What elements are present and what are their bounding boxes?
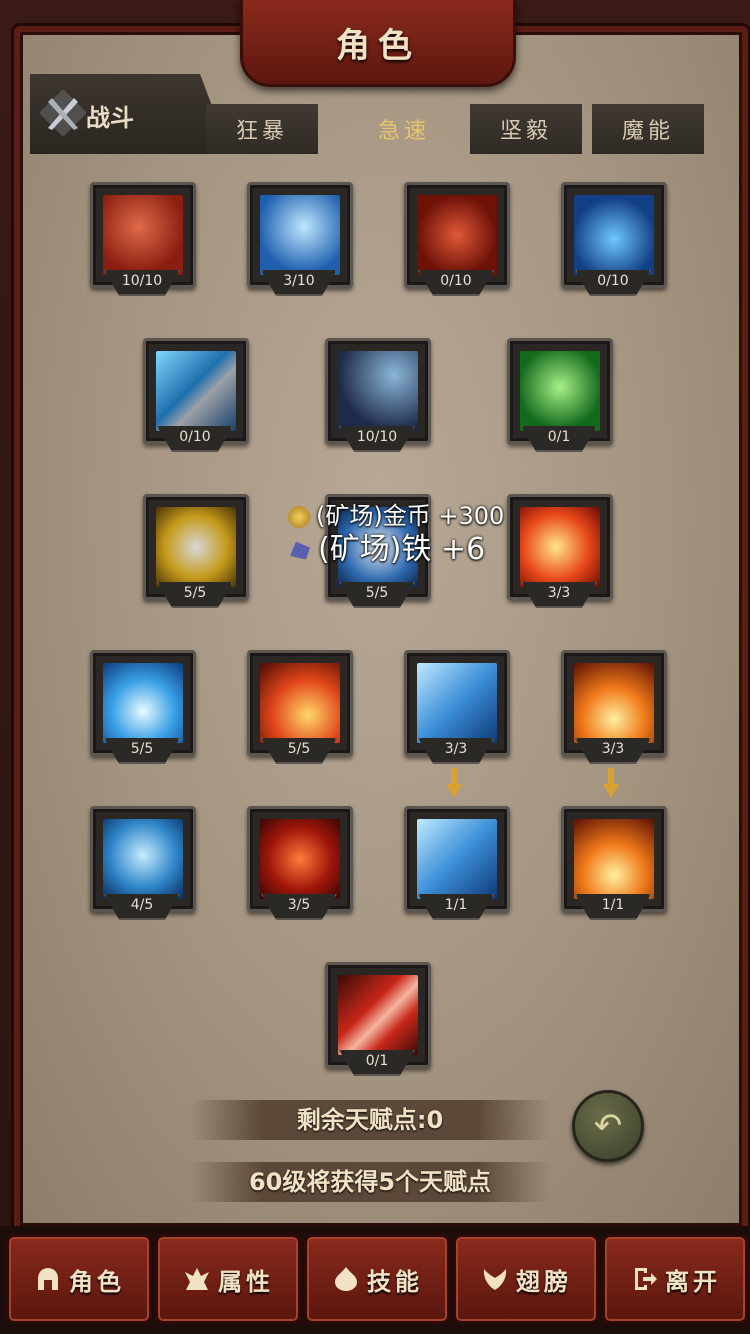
nav-exit-label: 离开 — [665, 1267, 721, 1296]
nav-attributes-button[interactable]: 属性 — [155, 1234, 301, 1324]
skill-level: 0/1 — [339, 1050, 415, 1076]
skill-level: 1/1 — [575, 894, 651, 920]
next-talent-info: 60级将获得5个天赋点 — [190, 1162, 550, 1202]
nav-character-label: 角色 — [69, 1267, 125, 1296]
helmet-icon — [38, 1268, 58, 1290]
bottom-nav: 角色 属性 技能 翅膀 离开 — [0, 1226, 750, 1334]
strength-skill-icon — [103, 195, 183, 275]
dash-skill-icon — [338, 351, 418, 431]
ice-pillar-skill-icon — [103, 663, 183, 743]
skill-slot[interactable]: 0/10 — [404, 182, 510, 302]
ice-crystal-skill-icon — [417, 819, 497, 899]
remaining-talent-points: 剩余天赋点:0 — [190, 1100, 550, 1140]
tab-combat-label: 战斗 — [86, 104, 134, 132]
skill-level: 3/3 — [418, 738, 494, 764]
nav-skills-button[interactable]: 技能 — [304, 1234, 450, 1324]
skill-level: 3/3 — [575, 738, 651, 764]
nav-wings-button[interactable]: 翅膀 — [453, 1234, 599, 1324]
tab-bar: 战斗 狂暴 急速 坚毅 魔能 — [30, 74, 720, 154]
skill-level: 3/3 — [521, 582, 597, 608]
nav-wings-label: 翅膀 — [516, 1267, 572, 1296]
tab-magic-label: 魔能 — [621, 119, 674, 144]
skill-slot[interactable]: 0/10 — [143, 338, 249, 458]
skill-slot[interactable]: 3/3 — [404, 650, 510, 770]
tab-fortitude[interactable]: 坚毅 — [470, 104, 582, 154]
arrow-down-icon — [603, 768, 619, 798]
golden-shield-skill-icon — [156, 507, 236, 587]
crossed-swords-icon — [40, 90, 86, 136]
fire-burst-skill-icon — [574, 663, 654, 743]
skill-slot[interactable]: 5/5 — [143, 494, 249, 614]
ice-staff-skill-icon — [260, 195, 340, 275]
skill-level: 0/10 — [575, 270, 651, 296]
skill-slot[interactable]: 4/5 — [90, 806, 196, 926]
skill-level: 5/5 — [339, 582, 415, 608]
skill-level: 10/10 — [339, 426, 415, 452]
skill-level: 10/10 — [104, 270, 180, 296]
iron-ore-icon — [290, 541, 310, 560]
wings-icon — [483, 1269, 507, 1290]
fireball-skill-icon — [260, 663, 340, 743]
arrow-down-icon — [446, 768, 462, 798]
skill-slot[interactable]: 1/1 — [404, 806, 510, 926]
iron-reward-label: (矿场)铁 +6 — [318, 532, 486, 567]
tab-haste-label: 急速 — [377, 119, 430, 144]
skill-slot[interactable]: 0/10 — [561, 182, 667, 302]
skill-level: 3/10 — [261, 270, 337, 296]
frost-beast-skill-icon — [103, 819, 183, 899]
skill-level: 0/10 — [157, 426, 233, 452]
iron-reward-text: (矿场)铁 +6 — [290, 524, 485, 568]
skill-slot[interactable]: 0/1 — [507, 338, 613, 458]
blade-skill-icon — [156, 351, 236, 431]
exit-icon — [635, 1268, 657, 1290]
skill-slot[interactable]: 3/10 — [247, 182, 353, 302]
skill-slot[interactable]: 1/1 — [561, 806, 667, 926]
nav-exit-button[interactable]: 离开 — [602, 1234, 748, 1324]
tab-fortitude-label: 坚毅 — [499, 119, 552, 144]
skill-level: 3/5 — [261, 894, 337, 920]
skill-level: 4/5 — [104, 894, 180, 920]
skill-level: 5/5 — [261, 738, 337, 764]
skill-icon — [335, 1267, 357, 1291]
tab-berserk-label: 狂暴 — [235, 119, 288, 144]
page-title: 角色 — [336, 25, 420, 66]
water-swirl-skill-icon — [574, 195, 654, 275]
skill-level: 5/5 — [104, 738, 180, 764]
heart-skill-icon — [417, 195, 497, 275]
demon-skill-icon — [260, 819, 340, 899]
fire-burst-skill-icon — [574, 819, 654, 899]
skill-level: 1/1 — [418, 894, 494, 920]
tab-combat[interactable]: 战斗 — [30, 74, 230, 154]
skill-level: 0/1 — [521, 426, 597, 452]
nav-skills-label: 技能 — [367, 1267, 423, 1296]
skill-slot[interactable]: 10/10 — [90, 182, 196, 302]
skill-level: 5/5 — [157, 582, 233, 608]
skill-slot[interactable]: 10/10 — [325, 338, 431, 458]
skill-slot[interactable]: 3/3 — [507, 494, 613, 614]
undo-arrow-icon: ↶ — [593, 1106, 623, 1146]
tab-berserk[interactable]: 狂暴 — [206, 104, 318, 154]
skill-slot[interactable]: 0/1 — [325, 962, 431, 1082]
slash-skill-icon — [338, 975, 418, 1055]
nav-attributes-label: 属性 — [218, 1267, 274, 1296]
skill-slot[interactable]: 3/5 — [247, 806, 353, 926]
ice-crystal-skill-icon — [417, 663, 497, 743]
skill-slot[interactable]: 3/3 — [561, 650, 667, 770]
skill-level: 0/10 — [418, 270, 494, 296]
nav-character-button[interactable]: 角色 — [6, 1234, 152, 1324]
tab-magic[interactable]: 魔能 — [592, 104, 704, 154]
skill-slot[interactable]: 5/5 — [90, 650, 196, 770]
game-frame: 角色 战斗 狂暴 急速 坚毅 魔能 10/10 3/10 0/10 0/10 0… — [0, 0, 750, 1334]
skill-slot[interactable]: 5/5 — [247, 650, 353, 770]
attribute-icon — [185, 1268, 209, 1290]
back-button[interactable]: ↶ — [572, 1090, 644, 1162]
heal-skill-icon — [520, 351, 600, 431]
fire-charge-skill-icon — [520, 507, 600, 587]
tab-haste[interactable]: 急速 — [348, 104, 460, 154]
